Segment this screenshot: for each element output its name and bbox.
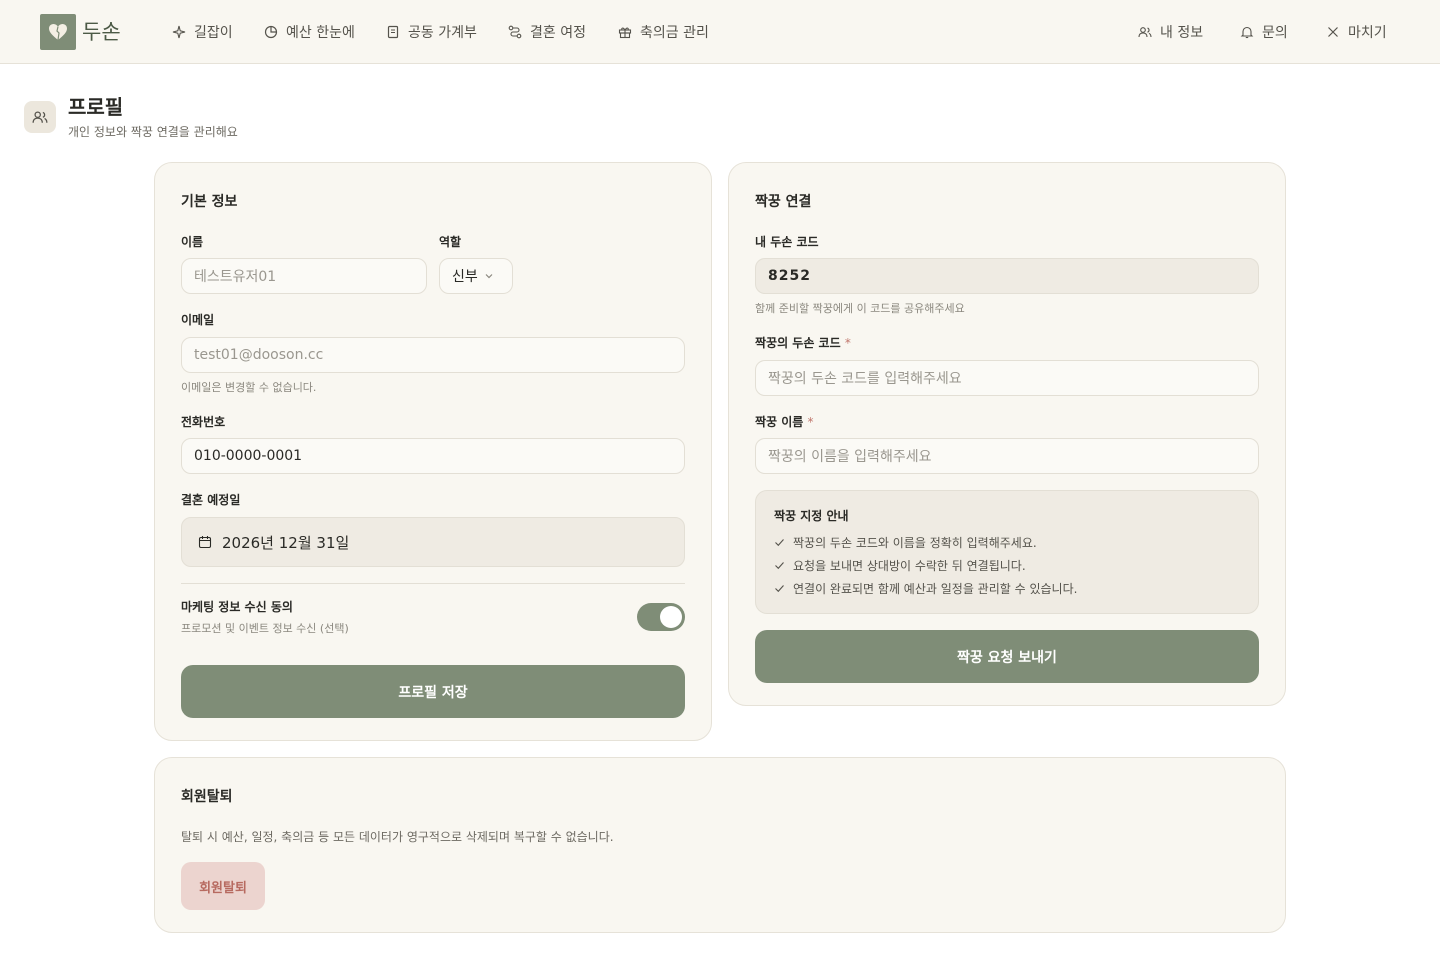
profile-users-icon xyxy=(24,101,56,133)
bell-icon xyxy=(1240,26,1254,39)
nav-item-journey[interactable]: 결혼 여정 xyxy=(508,22,586,42)
guide-item: 짝꿍의 두손 코드와 이름을 정확히 입력해주세요. xyxy=(774,534,1037,551)
nav-label: 문의 xyxy=(1262,25,1288,41)
role-label: 역할 xyxy=(439,235,462,249)
marketing-consent-title: 마케팅 정보 수신 동의 xyxy=(181,600,293,614)
required-mark: * xyxy=(807,415,814,429)
nav-label: 내 정보 xyxy=(1160,25,1204,41)
withdraw-title: 회원탈퇴 xyxy=(181,789,233,805)
role-select[interactable]: 신부 xyxy=(439,258,513,294)
email-field-value: test01@dooson.cc xyxy=(194,347,324,363)
guide-item: 요청을 보내면 상대방이 수락한 뒤 연결됩니다. xyxy=(774,557,1026,574)
partner-name-input[interactable]: 짝꿍의 이름을 입력해주세요 xyxy=(755,438,1259,474)
partner-guide-box: 짝꿍 지정 안내 짝꿍의 두손 코드와 이름을 정확히 입력해주세요. 요청을 … xyxy=(755,490,1259,614)
wedding-date-value: 2026년 12월 31일 xyxy=(222,533,350,552)
nav-label: 결혼 여정 xyxy=(530,25,586,41)
partner-name-label: 짝꿍 이름 * xyxy=(755,415,814,429)
withdraw-card xyxy=(154,757,1286,933)
name-input[interactable]: 테스트유저01 xyxy=(181,258,427,294)
email-field[interactable]: test01@dooson.cc xyxy=(181,337,685,373)
partner-code-input[interactable]: 짝꿍의 두손 코드를 입력해주세요 xyxy=(755,360,1259,396)
nav-label: 길잡이 xyxy=(194,25,233,41)
logo-text[interactable]: 두손 xyxy=(82,16,121,46)
pie-chart-icon xyxy=(264,25,278,39)
route-icon xyxy=(508,25,522,39)
nav-item-budget[interactable]: 예산 한눈에 xyxy=(264,22,355,42)
nav-item-my-info[interactable]: 내 정보 xyxy=(1138,22,1203,42)
check-icon xyxy=(775,585,784,593)
my-code-field[interactable]: 8252 xyxy=(755,258,1259,294)
close-icon xyxy=(1328,27,1338,37)
phone-label: 전화번호 xyxy=(181,415,226,429)
send-partner-request-button[interactable]: 짝꿍 요청 보내기 xyxy=(755,630,1259,683)
page-subtitle: 개인 정보와 짝꿍 연결을 관리해요 xyxy=(68,125,238,139)
guide-item: 연결이 완료되면 함께 예산과 일정을 관리할 수 있습니다. xyxy=(774,580,1077,597)
name-label: 이름 xyxy=(181,235,204,249)
marketing-consent-toggle[interactable] xyxy=(637,603,685,631)
email-label: 이메일 xyxy=(181,313,215,327)
required-mark: * xyxy=(844,336,851,350)
ledger-icon xyxy=(387,25,399,39)
partner-name-placeholder: 짝꿍의 이름을 입력해주세요 xyxy=(768,449,932,465)
withdraw-description: 탈퇴 시 예산, 일정, 축의금 등 모든 데이터가 영구적으로 삭제되며 복구… xyxy=(181,830,614,844)
email-hint: 이메일은 변경할 수 없습니다. xyxy=(181,381,317,394)
check-icon xyxy=(775,562,784,570)
sparkle-icon xyxy=(172,25,186,39)
nav-item-logout[interactable]: 마치기 xyxy=(1326,22,1387,42)
calendar-icon xyxy=(198,536,212,549)
nav-label: 마치기 xyxy=(1348,25,1387,41)
save-profile-button[interactable]: 프로필 저장 xyxy=(181,665,685,718)
my-code-hint: 함께 준비할 짝꿍에게 이 코드를 공유해주세요 xyxy=(755,302,965,315)
toggle-knob xyxy=(660,606,682,628)
partner-connect-title: 짝꿍 연결 xyxy=(755,194,812,210)
nav-label: 축의금 관리 xyxy=(640,25,709,41)
partner-guide-title: 짝꿍 지정 안내 xyxy=(774,509,849,523)
name-input-placeholder: 테스트유저01 xyxy=(194,269,277,285)
wedding-date-picker[interactable]: 2026년 12월 31일 xyxy=(181,517,685,567)
nav-item-guide[interactable]: 길잡이 xyxy=(172,22,233,42)
wedding-date-label: 결혼 예정일 xyxy=(181,493,241,507)
basic-info-title: 기본 정보 xyxy=(181,194,238,210)
check-icon xyxy=(775,539,784,547)
my-code-value: 8252 xyxy=(768,268,811,284)
logo-heart-icon[interactable] xyxy=(40,14,76,50)
phone-input[interactable]: 010-0000-0001 xyxy=(181,438,685,474)
nav-label: 공동 가계부 xyxy=(408,25,477,41)
marketing-consent-subtitle: 프로모션 및 이벤트 정보 수신 (선택) xyxy=(181,622,349,635)
partner-code-label: 짝꿍의 두손 코드 * xyxy=(755,336,851,350)
nav-item-inquiry[interactable]: 문의 xyxy=(1240,22,1288,42)
my-code-label: 내 두손 코드 xyxy=(755,235,819,249)
divider xyxy=(181,583,685,584)
gift-icon xyxy=(618,27,632,39)
phone-input-value: 010-0000-0001 xyxy=(194,448,303,464)
withdraw-button[interactable]: 회원탈퇴 xyxy=(181,862,265,910)
nav-label: 예산 한눈에 xyxy=(286,25,355,41)
role-select-value: 신부 xyxy=(452,269,478,285)
partner-code-placeholder: 짝꿍의 두손 코드를 입력해주세요 xyxy=(768,371,962,387)
top-navigation-bar: 두손 길잡이 예산 한눈에 공동 가계부 결혼 여정 축의금 관리 내 정보 문… xyxy=(0,0,1440,64)
chevron-down-icon xyxy=(485,274,493,279)
nav-item-ledger[interactable]: 공동 가계부 xyxy=(386,22,477,42)
nav-item-gift[interactable]: 축의금 관리 xyxy=(618,22,709,42)
users-icon xyxy=(1138,27,1152,38)
page-title: 프로필 xyxy=(68,95,124,119)
